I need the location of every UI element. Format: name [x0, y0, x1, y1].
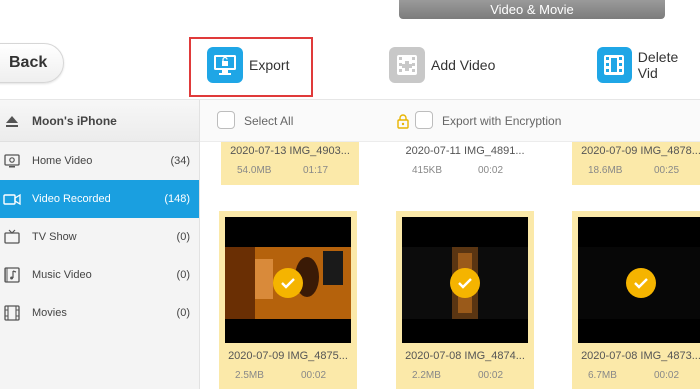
sidebar-item-count: (0) — [176, 231, 190, 243]
sidebar-item-music-video[interactable]: Music Video (0) — [0, 256, 199, 294]
video-card[interactable]: 2020-07-11 IMG_4891... 415KB 00:02 — [396, 142, 534, 185]
video-grid-panel: Select All Export with Encryption 2020-0… — [200, 100, 700, 389]
video-duration: 00:02 — [301, 370, 327, 381]
film-strip-icon — [597, 47, 632, 83]
selected-check-icon[interactable] — [273, 268, 303, 298]
selected-check-icon[interactable] — [450, 268, 480, 298]
sidebar-item-label: Movies — [32, 307, 67, 319]
export-button[interactable]: Export — [207, 47, 289, 83]
device-name: Moon's iPhone — [32, 113, 117, 128]
video-card-selected[interactable]: 2020-07-09 IMG_4875... 2.5MB 00:02 — [219, 211, 357, 389]
sidebar-item-movies[interactable]: Movies (0) — [0, 294, 199, 332]
eject-icon[interactable] — [4, 113, 20, 129]
sidebar: Moon's iPhone Home Video (34) Video Reco… — [0, 100, 200, 389]
sidebar-item-label: TV Show — [32, 231, 77, 243]
video-date-name: 2020-07-09 IMG_4878... — [581, 145, 700, 157]
sidebar-item-video-recorded[interactable]: Video Recorded (148) — [0, 180, 199, 218]
device-header[interactable]: Moon's iPhone — [0, 100, 199, 142]
lock-icon — [396, 113, 410, 129]
sidebar-item-label: Home Video — [32, 155, 93, 167]
sidebar-item-label: Music Video — [32, 269, 92, 281]
delete-video-button[interactable]: Delete Vid — [597, 47, 700, 83]
app-window: Video & Movie Back Export Add Video Dele… — [0, 0, 700, 389]
sidebar-item-count: (0) — [176, 307, 190, 319]
selection-bar: Select All Export with Encryption — [200, 100, 700, 142]
sidebar-item-count: (34) — [170, 155, 190, 167]
window-title: Video & Movie — [399, 0, 665, 19]
video-card-selected[interactable]: 2020-07-13 IMG_4903... 54.0MB 01:17 — [221, 142, 359, 185]
video-date-name: 2020-07-08 IMG_4874... — [405, 350, 525, 362]
encryption-checkbox[interactable] — [415, 111, 433, 129]
sidebar-item-tv-show[interactable]: TV Show (0) — [0, 218, 199, 256]
delete-video-label: Delete Vid — [637, 49, 679, 81]
add-video-button[interactable]: Add Video — [389, 47, 495, 83]
video-date-name: 2020-07-09 IMG_4875... — [228, 350, 348, 362]
video-date-name: 2020-07-08 IMG_4873... — [581, 350, 700, 362]
video-size: 415KB — [412, 165, 443, 176]
video-thumbnail — [578, 217, 700, 343]
toolbar: Back Export Add Video Delete Vid — [0, 19, 700, 100]
sidebar-item-label: Video Recorded — [32, 193, 111, 205]
sidebar-item-count: (148) — [164, 193, 190, 205]
tv-icon — [3, 228, 21, 246]
selected-check-icon[interactable] — [626, 268, 656, 298]
music-video-icon — [3, 266, 21, 284]
sidebar-item-count: (0) — [176, 269, 190, 281]
select-all-checkbox[interactable] — [217, 111, 235, 129]
back-label: Back — [9, 54, 48, 71]
video-size: 54.0MB — [237, 165, 272, 176]
video-size: 2.5MB — [235, 370, 264, 381]
sidebar-item-home-video[interactable]: Home Video (34) — [0, 142, 199, 180]
add-video-icon — [389, 47, 425, 83]
video-date-name: 2020-07-11 IMG_4891... — [405, 145, 525, 157]
video-card-selected[interactable]: 2020-07-08 IMG_4873... 6.7MB 00:02 — [572, 211, 700, 389]
video-duration: 00:02 — [654, 370, 680, 381]
encryption-label[interactable]: Export with Encryption — [442, 114, 561, 128]
video-duration: 01:17 — [303, 165, 329, 176]
video-date-name: 2020-07-13 IMG_4903... — [230, 145, 350, 157]
video-thumbnail — [402, 217, 528, 343]
video-card-selected[interactable]: 2020-07-08 IMG_4874... 2.2MB 00:02 — [396, 211, 534, 389]
video-duration: 00:25 — [654, 165, 680, 176]
film-icon — [3, 304, 21, 322]
back-button[interactable]: Back — [0, 43, 64, 83]
export-to-computer-icon — [207, 47, 243, 83]
video-size: 18.6MB — [588, 165, 623, 176]
video-size: 2.2MB — [412, 370, 441, 381]
video-duration: 00:02 — [478, 165, 504, 176]
video-card-selected[interactable]: 2020-07-09 IMG_4878... 18.6MB 00:25 — [572, 142, 700, 185]
home-video-icon — [3, 152, 21, 170]
video-camera-icon — [3, 190, 21, 208]
select-all-label[interactable]: Select All — [244, 114, 293, 128]
add-video-label: Add Video — [431, 57, 496, 73]
export-label: Export — [249, 57, 290, 73]
video-duration: 00:02 — [478, 370, 504, 381]
video-thumbnail — [225, 217, 351, 343]
video-size: 6.7MB — [588, 370, 617, 381]
